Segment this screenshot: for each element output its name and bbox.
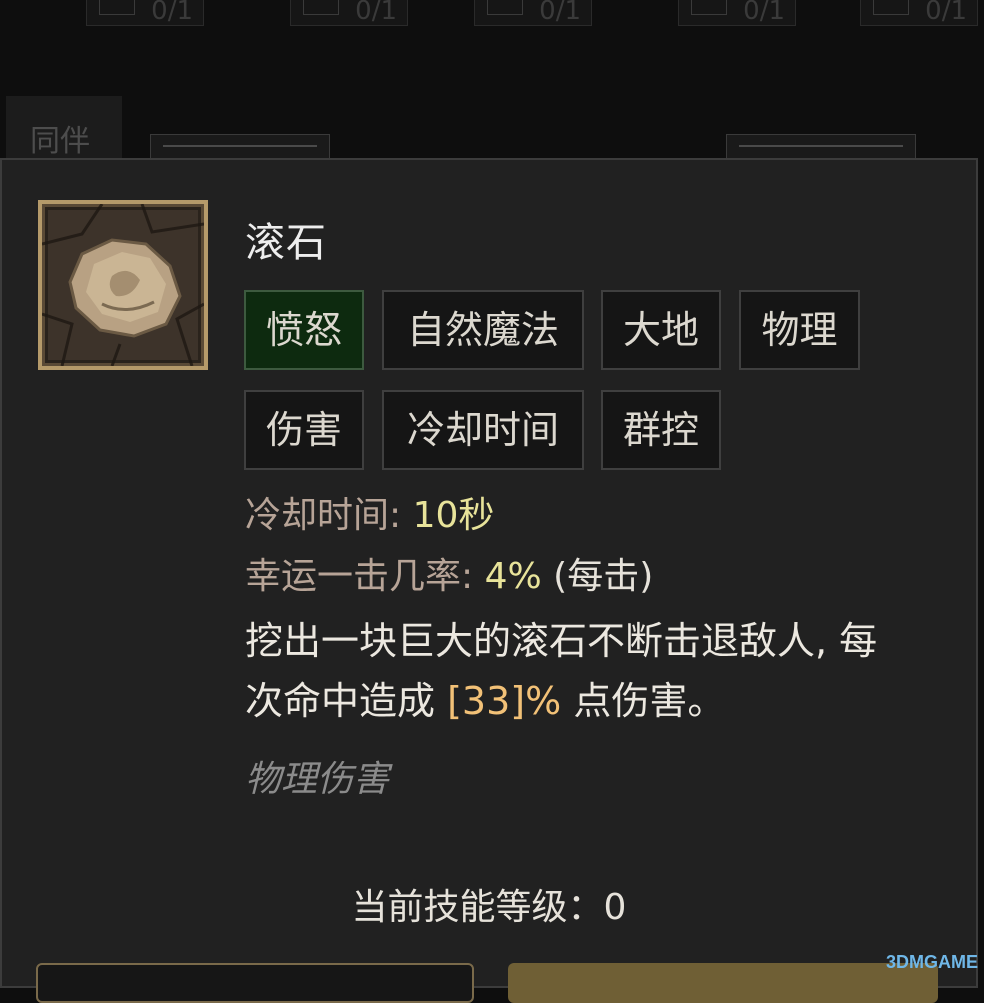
damage-percent-value: [33]% (447, 679, 562, 723)
cooldown-stat: 冷却时间: 10秒 (245, 494, 494, 538)
bg-skill-slot: 0/1 (86, 0, 204, 26)
skill-name: 滚石 (245, 220, 327, 266)
bg-skill-slot: 0/1 (860, 0, 978, 26)
skill-description: 挖出一块巨大的滚石不断击退敌人, 每 次命中造成 [33]% 点伤害。 (245, 611, 945, 731)
companion-tab[interactable]: 同伴 (6, 96, 122, 160)
lucky-hit-stat: 幸运一击几率: 4% (每击) (245, 555, 653, 599)
boulder-skill-icon (38, 200, 208, 370)
cooldown-label: 冷却时间: (245, 495, 402, 536)
bg-skill-frame (150, 134, 330, 160)
bg-skill-slot: 0/1 (290, 0, 408, 26)
current-skill-level: 当前技能等级：0 (351, 887, 627, 928)
bg-skill-slot: 0/1 (678, 0, 796, 26)
description-line: 挖出一块巨大的滚石不断击退敌人, 每 (245, 619, 878, 663)
watermark-logo: 3DMGAME (885, 952, 978, 972)
tag-cooldown: 冷却时间 (382, 390, 584, 470)
damage-type: 物理伤害 (245, 759, 390, 800)
bg-skill-frame (726, 134, 916, 160)
lucky-hit-label: 幸运一击几率: (245, 556, 474, 597)
tag-damage: 伤害 (244, 390, 364, 470)
primary-button[interactable] (508, 963, 938, 1003)
secondary-button[interactable] (36, 963, 474, 1003)
lucky-hit-value: 4% (484, 556, 542, 597)
description-line: 次命中造成 [33]% 点伤害。 (245, 671, 945, 731)
cooldown-value: 10秒 (412, 495, 495, 536)
tag-crowd-control: 群控 (601, 390, 721, 470)
description-text: 次命中造成 (245, 679, 436, 723)
tag-earth: 大地 (601, 290, 721, 370)
bg-skill-slot: 0/1 (474, 0, 592, 26)
tag-wrath: 愤怒 (244, 290, 364, 370)
lucky-hit-suffix: (每击) (553, 556, 654, 597)
description-text: 点伤害。 (573, 679, 726, 723)
tag-nature-magic: 自然魔法 (382, 290, 584, 370)
tag-physical: 物理 (739, 290, 860, 370)
